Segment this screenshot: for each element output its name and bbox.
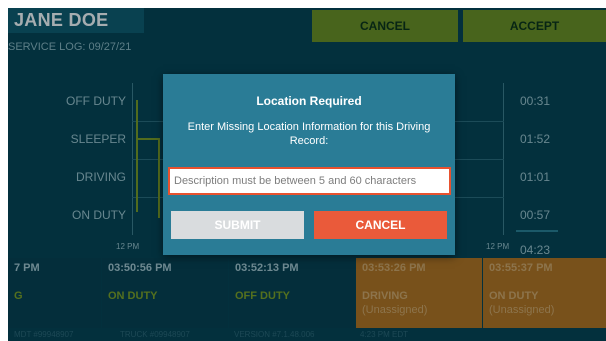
dialog-cancel-button[interactable]: CANCEL xyxy=(314,211,447,239)
dialog-message: Enter Missing Location Information for t… xyxy=(187,121,431,147)
location-description-input[interactable] xyxy=(168,167,451,195)
location-required-dialog: Location Required Enter Missing Location… xyxy=(163,74,455,255)
dialog-title: Location Required xyxy=(256,94,362,108)
submit-button[interactable]: SUBMIT xyxy=(171,211,304,239)
eld-log-screen: JANE DOE SERVICE LOG: 09/27/21 CANCEL AC… xyxy=(8,8,606,341)
